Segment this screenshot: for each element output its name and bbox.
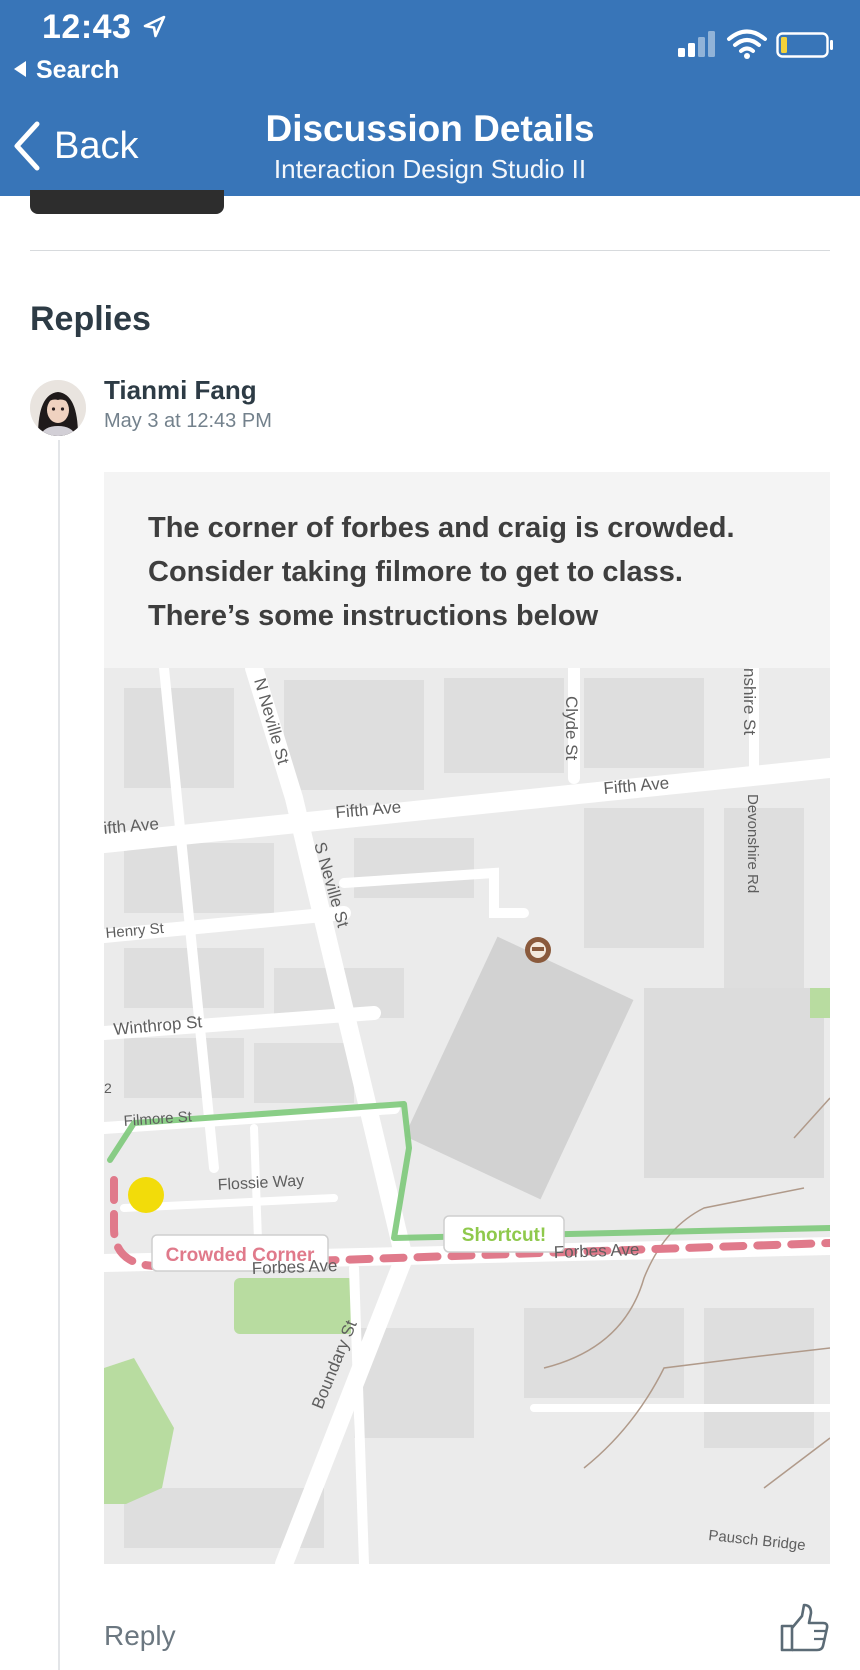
image-caption: The corner of forbes and craig is crowde… — [148, 506, 808, 638]
shortcut-callout: Shortcut! — [443, 1215, 565, 1253]
avatar[interactable] — [30, 380, 86, 436]
scrolled-button-edge[interactable] — [30, 190, 224, 214]
replies-heading: Replies — [30, 300, 151, 338]
street-label: 2 — [104, 1080, 112, 1096]
street-label: Devonshire Rd — [744, 794, 761, 893]
page-title: Discussion Details — [265, 108, 595, 149]
street-label: Clyde St — [562, 696, 581, 761]
location-arrow-icon — [143, 15, 166, 38]
thumbs-up-icon[interactable] — [776, 1600, 832, 1656]
avatar-photo — [30, 380, 86, 436]
caption-line: The corner of forbes and craig is crowde… — [148, 512, 735, 544]
status-back-to-app[interactable]: Search — [14, 56, 119, 85]
thread-line — [58, 440, 60, 1670]
post-timestamp: May 3 at 12:43 PM — [104, 410, 272, 432]
divider — [30, 250, 830, 251]
crowded-corner-marker — [128, 1177, 164, 1213]
reply-button[interactable]: Reply — [104, 1620, 176, 1652]
status-back-label: Search — [36, 56, 120, 84]
street-label: Forbes Ave — [553, 1240, 639, 1262]
shortcut-label: Shortcut! — [462, 1225, 546, 1246]
attached-image[interactable]: The corner of forbes and craig is crowde… — [104, 472, 830, 1564]
caption-line: There’s some instructions below — [148, 600, 599, 632]
destination-marker — [525, 937, 551, 963]
author-name[interactable]: Tianmi Fang — [104, 375, 257, 406]
battery-icon — [776, 32, 833, 58]
street-label: nshire St — [740, 668, 759, 735]
wifi-icon — [727, 29, 767, 59]
page-subtitle: Interaction Design Studio II — [273, 154, 587, 184]
map-building-east — [644, 988, 824, 1178]
status-time: 12:43 — [42, 8, 132, 46]
caption-line: Consider taking filmore to get to class. — [148, 556, 683, 588]
route-map: Crowded Corner Shortcut! N Neville St Cl… — [104, 668, 830, 1564]
street-label: Forbes Ave — [251, 1256, 337, 1278]
signal-icon — [678, 31, 715, 57]
header: 12:43 Search Back Discussion Details Int… — [0, 0, 860, 196]
back-triangle-icon — [14, 61, 26, 77]
